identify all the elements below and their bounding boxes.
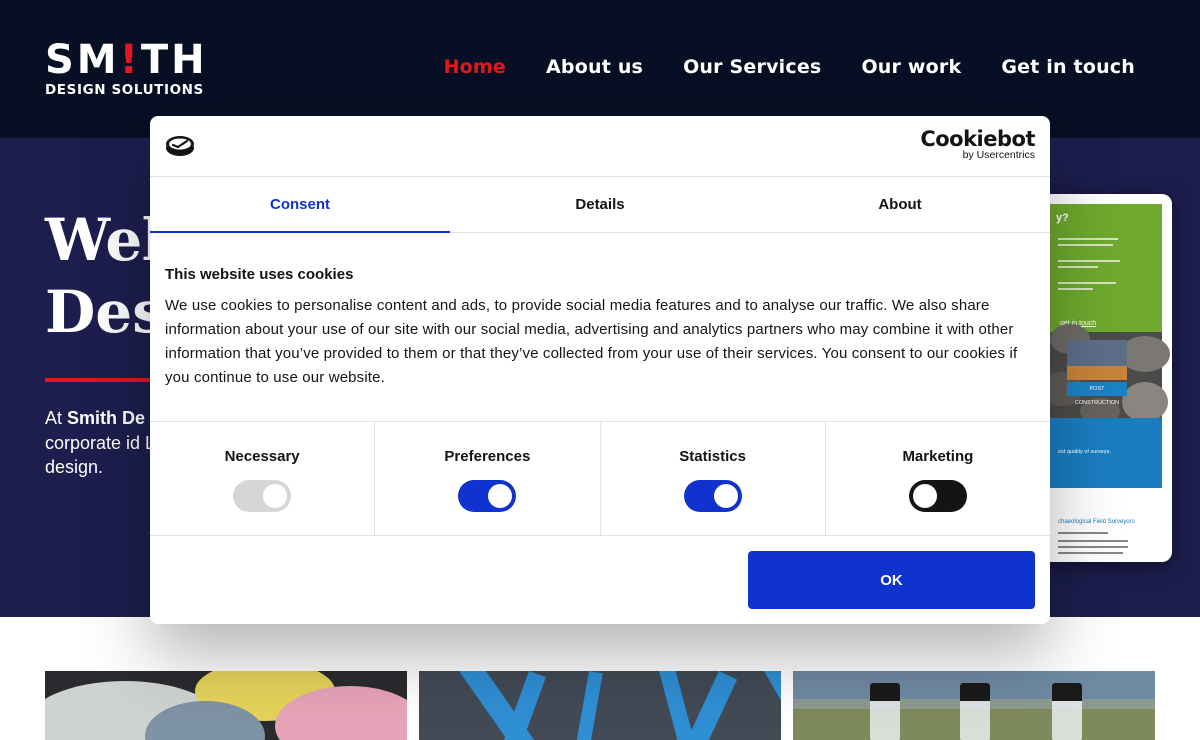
main-nav: Home About us Our Services Our work Get … (444, 56, 1135, 78)
category-label: Marketing (902, 448, 974, 465)
dialog-tabs: Consent Details About (150, 177, 1050, 233)
dialog-description: We use cookies to personalise content an… (165, 297, 1018, 386)
dialog-header: Cookiebot by Usercentrics (150, 116, 1050, 177)
category-preferences: Preferences (375, 422, 601, 535)
necessary-toggle (233, 480, 292, 512)
marketing-toggle[interactable] (908, 480, 967, 512)
category-label: Preferences (444, 448, 531, 465)
category-necessary: Necessary (150, 422, 376, 535)
site-logo[interactable]: SM!TH DESIGN SOLUTIONS (45, 40, 208, 98)
nav-about-us[interactable]: About us (546, 56, 643, 78)
toggle-knob (263, 484, 288, 508)
tab-details[interactable]: Details (450, 177, 750, 232)
logo-wordmark: SM!TH (45, 37, 208, 83)
thumbnail-blue-lines[interactable] (419, 671, 781, 740)
cookiebot-cookie-icon (166, 136, 194, 156)
thumbnail-magazines[interactable] (45, 671, 407, 740)
tablet-wind-turbine-photo (1067, 340, 1127, 380)
brand-byline: by Usercentrics (962, 149, 1035, 161)
nav-home[interactable]: Home (444, 56, 506, 78)
category-label: Statistics (679, 448, 746, 465)
category-label: Necessary (224, 448, 300, 465)
nav-our-work[interactable]: Our work (861, 56, 961, 78)
dialog-title: This website uses cookies (165, 266, 354, 283)
cookiebot-brand[interactable]: Cookiebot by Usercentrics (920, 127, 1035, 161)
hero-divider (45, 378, 165, 382)
logo-tagline: DESIGN SOLUTIONS (45, 82, 204, 98)
brand-wordmark: Cookiebot (920, 127, 1035, 151)
category-marketing: Marketing (826, 422, 1050, 535)
nav-our-services[interactable]: Our Services (683, 56, 821, 78)
tablet-heading: y? (1056, 212, 1069, 224)
toggle-knob (488, 484, 513, 508)
statistics-toggle[interactable] (683, 480, 742, 512)
toggle-knob (713, 484, 738, 508)
tab-consent[interactable]: Consent (150, 177, 450, 233)
cookie-consent-dialog: Cookiebot by Usercentrics Consent Detail… (150, 116, 1050, 624)
preferences-toggle[interactable] (458, 480, 517, 512)
thumbnail-sample-vials[interactable] (793, 671, 1155, 740)
tab-about[interactable]: About (750, 177, 1050, 232)
tablet-footer-title: chaeological Field Surveyors (1058, 519, 1135, 525)
ok-button[interactable]: OK (748, 551, 1035, 609)
cookie-categories: Necessary Preferences Statistics Marketi… (150, 421, 1050, 536)
tablet-post-construction-button: POST CONSTRUCTION (1067, 382, 1127, 406)
category-statistics: Statistics (601, 422, 826, 535)
toggle-knob (912, 484, 937, 508)
nav-get-in-touch[interactable]: Get in touch (1001, 56, 1135, 78)
